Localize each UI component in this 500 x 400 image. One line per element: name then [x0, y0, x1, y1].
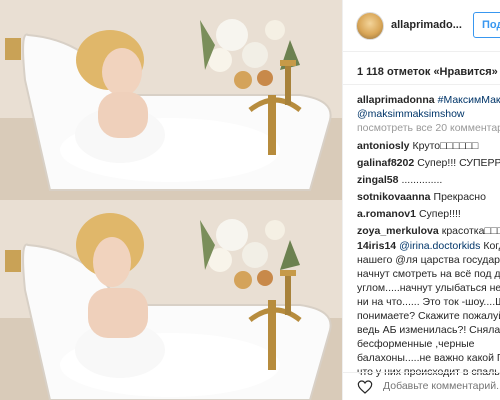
- photo-panel-bottom: [0, 200, 342, 400]
- comment-username[interactable]: zoya_merkulova: [357, 225, 439, 237]
- author-username[interactable]: allaprimado...: [391, 19, 462, 31]
- divider: [343, 84, 500, 85]
- comment-line: ни на что...... Это ток -шоу....Ш: [357, 296, 500, 308]
- comment-line: бесформенные ,черные: [357, 338, 475, 350]
- bath-scene-bottom: [0, 200, 342, 400]
- comment-username[interactable]: galinaf8202: [357, 157, 414, 169]
- comment-username[interactable]: antoniosly: [357, 140, 410, 152]
- comment-bar: [343, 372, 500, 400]
- comment: galinaf8202 Супер!!! СУПЕРРR: [357, 156, 500, 170]
- comment-text: ..............: [401, 174, 443, 186]
- comment: sotnikovaanna Прекрасно: [357, 190, 486, 204]
- comment: zoya_merkulova красотка□□□: [357, 224, 500, 238]
- likes-count[interactable]: 1 118 отметок «Нравится»: [357, 66, 498, 78]
- comment: zingal58..............: [357, 173, 442, 187]
- comment-line: балахоны.....не важно какой Га: [357, 352, 500, 364]
- comment-username[interactable]: a.romanov1: [357, 208, 416, 220]
- comment: antoniosly Круто□□□□□□: [357, 139, 478, 153]
- comment-username[interactable]: 14iris14: [357, 240, 396, 252]
- add-comment-input[interactable]: [383, 380, 500, 392]
- post-photo[interactable]: [0, 0, 342, 400]
- caption-mention[interactable]: @maksimmaksimshow: [357, 108, 465, 120]
- heart-icon[interactable]: [357, 379, 373, 395]
- comment-line: понимаете? Скажите пожалуй: [357, 310, 500, 322]
- post-caption: allaprimadonna #МаксимМакс @maksimmaksims…: [357, 93, 500, 121]
- comment-username[interactable]: sotnikovaanna: [357, 191, 431, 203]
- comment-username[interactable]: zingal58: [357, 174, 398, 186]
- view-all-comments-link[interactable]: посмотреть все 20 комментар: [357, 122, 500, 134]
- comment-text: Супер!!! СУПЕРРR: [417, 157, 500, 169]
- comment: a.romanov1 Супер!!!!: [357, 207, 461, 221]
- post-header: allaprimado... Подпи: [343, 0, 500, 52]
- photo-panel-top: [0, 0, 342, 200]
- avatar[interactable]: [356, 12, 384, 40]
- comment-line: нашего @ля царства государст: [357, 254, 500, 266]
- comment-line: углом.....начнут улыбаться не: [357, 282, 500, 294]
- bath-scene-top: [0, 0, 342, 200]
- caption-username[interactable]: allaprimadonna: [357, 94, 435, 106]
- comment-text: Круто□□□□□□: [412, 140, 479, 152]
- comment-text: красотка□□□: [441, 225, 500, 237]
- follow-button[interactable]: Подпи: [473, 12, 500, 38]
- caption-hashtag[interactable]: #МаксимМакс: [438, 94, 500, 106]
- comment-line: ведь АБ изменилась?! Сняла с: [357, 324, 500, 336]
- comment-text: Супер!!!!: [418, 208, 461, 220]
- comment-line: начнут смотреть на всё под д: [357, 268, 500, 280]
- comment-text: Когда: [483, 240, 500, 252]
- comment-long: 14iris14@irina.doctorkids Когда нашего @…: [357, 239, 500, 379]
- comment-text: Прекрасно: [433, 191, 486, 203]
- comment-mention[interactable]: @irina.doctorkids: [399, 240, 480, 252]
- post-sidebar: allaprimado... Подпи 1 118 отметок «Нрав…: [342, 0, 500, 400]
